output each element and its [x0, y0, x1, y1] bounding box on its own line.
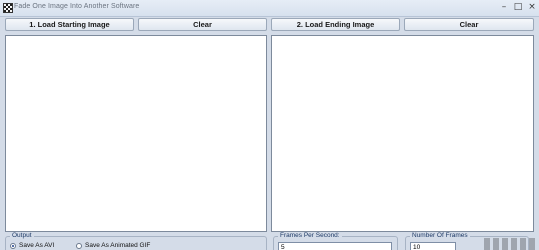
- clear-ending-image-button[interactable]: Clear: [404, 18, 534, 31]
- window-title: Fade One Image Into Another Software: [14, 3, 140, 10]
- save-as-gif-option[interactable]: Save As Animated GIF: [76, 242, 150, 249]
- maximize-button[interactable]: □: [513, 2, 523, 12]
- output-group: Output Save As AVI Save As Animated GIF: [5, 232, 267, 250]
- watermark-overlay: [484, 238, 536, 250]
- frames-per-second-label: Frames Per Second:: [278, 232, 342, 239]
- save-as-gif-radio[interactable]: [76, 242, 82, 249]
- close-button[interactable]: ×: [527, 2, 537, 12]
- frames-per-second-input[interactable]: 5: [278, 242, 392, 250]
- save-as-avi-label: Save As AVI: [19, 242, 55, 249]
- load-starting-image-button[interactable]: 1. Load Starting Image: [5, 18, 134, 31]
- save-as-gif-label: Save As Animated GIF: [85, 242, 151, 249]
- ending-image-preview: [271, 35, 534, 232]
- save-as-avi-option[interactable]: Save As AVI: [10, 242, 54, 249]
- clear-starting-image-button[interactable]: Clear: [138, 18, 267, 31]
- save-as-avi-radio[interactable]: [10, 242, 16, 249]
- title-bar: Fade One Image Into Another Software – □…: [0, 0, 539, 17]
- number-of-frames-label: Number Of Frames: [410, 232, 470, 239]
- load-ending-image-button[interactable]: 2. Load Ending Image: [271, 18, 400, 31]
- frames-per-second-group: Frames Per Second: 5: [273, 232, 398, 250]
- number-of-frames-input[interactable]: 10: [410, 242, 456, 250]
- app-icon: [3, 3, 13, 13]
- minimize-button[interactable]: –: [499, 2, 509, 12]
- starting-image-preview: [5, 35, 267, 232]
- output-group-label: Output: [10, 232, 34, 239]
